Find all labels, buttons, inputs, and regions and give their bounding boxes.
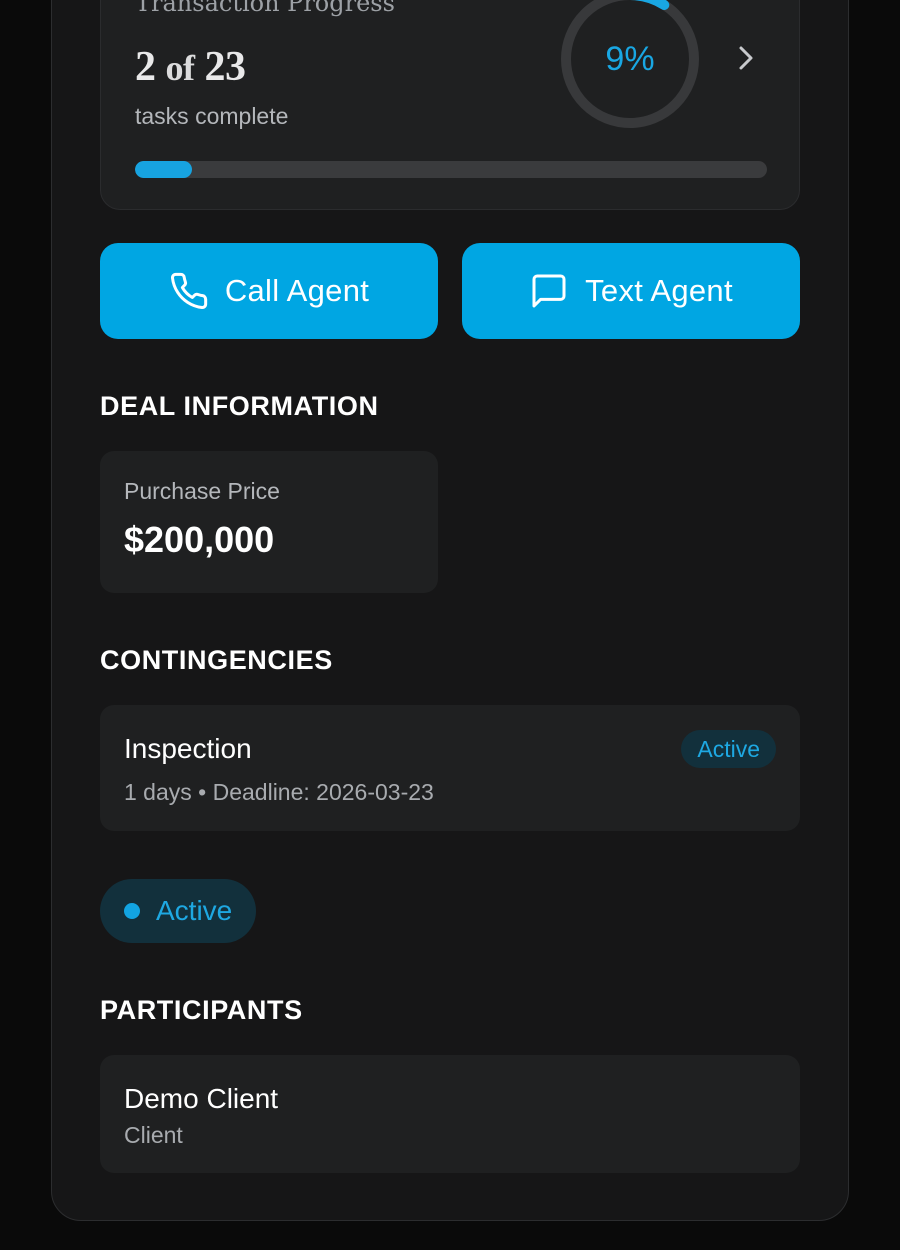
- progress-total: 23: [204, 44, 247, 90]
- progress-bar-fill: [135, 161, 192, 178]
- deal-status-label: Active: [156, 895, 233, 926]
- progress-of: of: [165, 48, 196, 88]
- participant-name: Demo Client: [124, 1083, 279, 1114]
- purchase-price-label: Purchase Price: [124, 478, 280, 504]
- progress-title: Transaction Progress: [135, 0, 395, 17]
- deal-status-pill: Active: [100, 879, 257, 943]
- chevron-right-icon[interactable]: [733, 43, 759, 73]
- progress-count: 2 of 23: [135, 43, 246, 91]
- progress-subtitle: tasks complete: [135, 103, 289, 129]
- phone-icon: [170, 272, 207, 309]
- progress-percent: 9%: [605, 39, 655, 78]
- participants-heading: PARTICIPANTS: [100, 995, 303, 1025]
- purchase-price-value: $200,000: [124, 519, 275, 560]
- status-dot: [124, 903, 140, 919]
- progress-bar: [135, 161, 767, 178]
- purchase-price-card: Purchase Price $200,000: [100, 451, 438, 593]
- contingency-meta: 1 days • Deadline: 2026-03-23: [124, 779, 434, 805]
- message-square-icon: [532, 274, 566, 308]
- call-agent-button[interactable]: Call Agent: [100, 243, 438, 339]
- participant-role: Client: [124, 1122, 183, 1148]
- transaction-progress-card[interactable]: Transaction Progress 2 of 23 tasks compl…: [100, 0, 800, 210]
- deal-information-heading: DEAL INFORMATION: [100, 391, 379, 421]
- contingency-status-badge: Active: [681, 730, 776, 768]
- text-agent-label: Text Agent: [585, 273, 733, 308]
- progress-completed: 2: [135, 44, 156, 90]
- call-agent-label: Call Agent: [224, 273, 370, 308]
- contingency-name: Inspection: [124, 733, 252, 764]
- participant-item[interactable]: Demo Client Client: [100, 1055, 800, 1173]
- text-agent-button[interactable]: Text Agent: [462, 243, 800, 339]
- contingency-item[interactable]: Inspection 1 days • Deadline: 2026-03-23…: [100, 705, 800, 831]
- contingencies-heading: CONTINGENCIES: [100, 645, 333, 675]
